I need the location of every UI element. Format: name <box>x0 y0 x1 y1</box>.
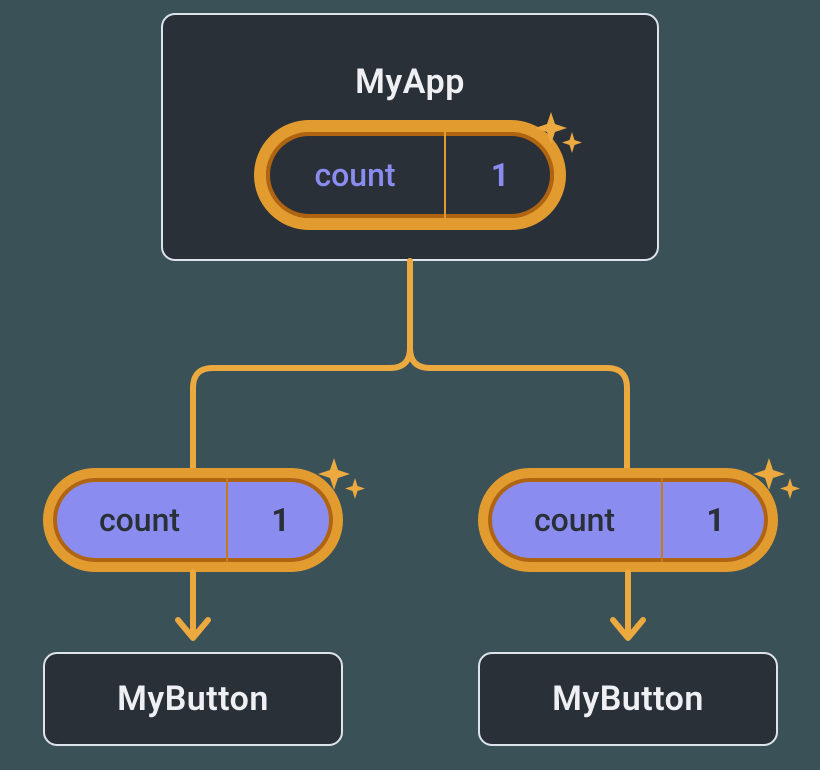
arrow-down-icon <box>170 572 216 652</box>
prop-name: count <box>53 478 228 562</box>
child-title: MyButton <box>117 679 269 719</box>
child-component-box: MyButton <box>478 652 778 746</box>
prop-name: count <box>488 478 663 562</box>
parent-component-box: MyApp count 1 <box>161 13 659 261</box>
prop-value: 1 <box>663 478 768 562</box>
prop-value: 1 <box>228 478 333 562</box>
child-component-box: MyButton <box>43 652 343 746</box>
parent-title: MyApp <box>355 62 465 102</box>
child-title: MyButton <box>552 679 704 719</box>
state-value: 1 <box>446 132 554 218</box>
child-prop-pill: count 1 <box>43 468 343 572</box>
arrow-down-icon <box>605 572 651 652</box>
state-pill: count 1 <box>254 120 566 230</box>
state-name: count <box>266 132 446 218</box>
child-prop-pill: count 1 <box>478 468 778 572</box>
